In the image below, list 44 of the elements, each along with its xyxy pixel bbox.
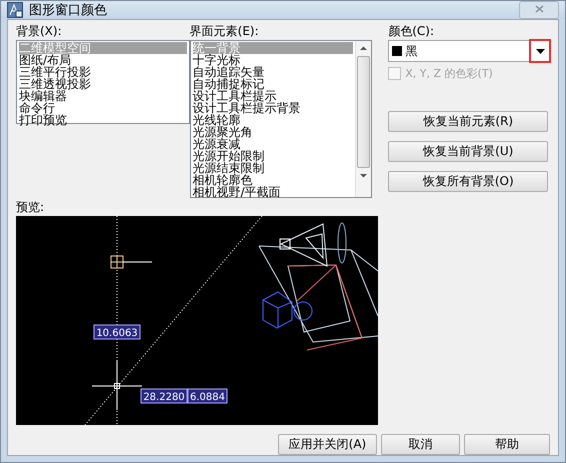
list-item[interactable]: 相机视野/平截面 bbox=[192, 186, 354, 198]
list-item[interactable]: 设计工具栏提示 bbox=[192, 90, 354, 102]
interface-elements-label: 界面元素(E): bbox=[190, 24, 260, 38]
list-item[interactable]: 三维透视投影 bbox=[19, 78, 187, 90]
restore-button[interactable]: 恢复所有背景(O) bbox=[388, 171, 548, 192]
list-item[interactable]: 设计工具栏提示背景 bbox=[192, 102, 354, 114]
scroll-thumb[interactable] bbox=[357, 56, 370, 168]
list-item[interactable]: 图纸/布局 bbox=[19, 54, 187, 66]
list-item[interactable]: 自动追踪矢量 bbox=[192, 66, 354, 78]
list-item[interactable]: 光源衰减 bbox=[192, 138, 354, 150]
color-dropdown[interactable]: 黑 bbox=[388, 40, 550, 62]
background-label: 背景(X): bbox=[16, 24, 63, 38]
list-item[interactable]: 相机轮廓色 bbox=[192, 174, 354, 186]
interface-elements-list[interactable]: 统一背景 十字光标 自动追踪矢量 自动捕捉标记 设计工具栏提示 设计工具栏提示背景 光线轮廓 光源聚光角 光源衰减 光源开始限制 光源结束限制 相机轮廓色 相机视野/平截面 bbox=[190, 40, 372, 198]
restore-button[interactable]: 恢复当前元素(R) bbox=[388, 111, 548, 132]
list-item[interactable]: 块编辑器 bbox=[19, 90, 187, 102]
dropdown-button[interactable] bbox=[529, 39, 551, 63]
list-item[interactable]: 光源聚光角 bbox=[192, 126, 354, 138]
dialog-button[interactable]: 应用并关闭(A) bbox=[278, 434, 377, 455]
window-title: 图形窗口颜色 bbox=[29, 2, 107, 19]
measurement-tooltip: 6.0884 bbox=[188, 388, 228, 404]
list-item[interactable]: 光源开始限制 bbox=[192, 150, 354, 162]
caret-icon bbox=[536, 48, 544, 54]
background-list[interactable]: 二维模型空间 图纸/布局 三维平行投影 三维透视投影 块编辑器 命令行 打印预览 bbox=[16, 40, 190, 124]
dialog-button[interactable]: 帮助 bbox=[464, 434, 550, 455]
list-item[interactable]: 三维平行投影 bbox=[19, 66, 187, 78]
list-item[interactable]: 光线轮廓 bbox=[192, 114, 354, 126]
measurement-tooltip: 28.2280 bbox=[140, 388, 188, 404]
list-item[interactable]: 打印预览 bbox=[19, 114, 187, 126]
list-item[interactable]: 十字光标 bbox=[192, 54, 354, 66]
dialog-button[interactable]: 取消 bbox=[380, 434, 460, 455]
scrollbar[interactable] bbox=[355, 41, 372, 197]
crosshair-cursor-icon bbox=[92, 360, 142, 410]
list-item[interactable]: 命令行 bbox=[19, 102, 187, 114]
close-icon bbox=[534, 5, 544, 13]
color-swatch bbox=[392, 46, 402, 56]
preview-label: 预览: bbox=[16, 200, 46, 214]
color-value: 黑 bbox=[405, 42, 418, 60]
list-item[interactable]: 光源结束限制 bbox=[192, 162, 354, 174]
restore-button[interactable]: 恢复当前背景(U) bbox=[388, 141, 548, 162]
snap-marker-drawing bbox=[110, 256, 152, 268]
list-item[interactable]: 自动捕捉标记 bbox=[192, 78, 354, 90]
measurement-tooltip: 10.6063 bbox=[94, 324, 140, 340]
color-label: 颜色(C): bbox=[388, 24, 436, 38]
